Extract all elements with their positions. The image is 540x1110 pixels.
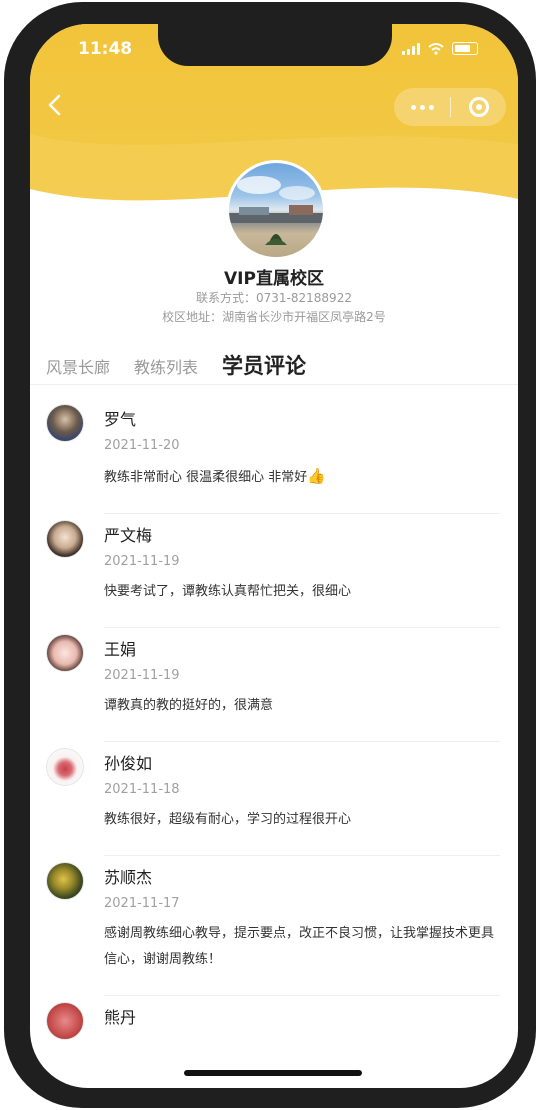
- review-text: 教练很好，超级有耐心，学习的过程很开心: [104, 812, 352, 827]
- tab-coaches[interactable]: 教练列表: [134, 354, 198, 378]
- review-item: 王娟 2021-11-19 谭教真的教的挺好的，很满意: [46, 628, 500, 742]
- more-icon[interactable]: [394, 88, 450, 126]
- status-time: 11:48: [78, 39, 133, 59]
- review-item: 熊丹: [46, 996, 500, 1040]
- review-date: 2021-11-20: [104, 438, 180, 453]
- review-list: 罗气 2021-11-20 教练非常耐心 很温柔很细心 非常好👍 严文梅 202…: [30, 398, 518, 1040]
- avatar: [46, 1002, 84, 1040]
- review-date: 2021-11-17: [104, 896, 180, 911]
- reviewer-name: 王娟: [104, 640, 137, 659]
- battery-icon: [452, 42, 478, 55]
- tabs-divider: [30, 384, 518, 385]
- review-text: 快要考试了，谭教练认真帮忙把关，很细心: [104, 584, 352, 599]
- miniprogram-capsule: [394, 88, 506, 126]
- reviewer-name: 孙俊如: [104, 754, 153, 773]
- reviewer-name: 严文梅: [104, 526, 153, 545]
- avatar: [46, 404, 84, 442]
- review-text: 谭教真的教的挺好的，很满意: [104, 698, 274, 713]
- campus-name: VIP直属校区: [224, 269, 324, 289]
- reviewer-name: 苏顺杰: [104, 868, 153, 887]
- tab-scenery[interactable]: 风景长廊: [46, 354, 110, 378]
- review-date: 2021-11-19: [104, 668, 180, 683]
- reviewer-name: 罗气: [104, 410, 137, 429]
- review-text-body: 教练非常耐心 很温柔很细心 非常好: [104, 470, 308, 485]
- status-icons: [402, 42, 478, 55]
- review-item: 苏顺杰 2021-11-17 感谢周教练细心教导，提示要点，改正不良习惯，让我掌…: [46, 856, 500, 996]
- reviewer-name: 熊丹: [104, 1008, 137, 1027]
- campus-address: 校区地址：湖南省长沙市开福区凤亭路2号: [162, 310, 386, 324]
- avatar: [46, 520, 84, 558]
- avatar: [46, 862, 84, 900]
- signal-icon: [402, 42, 420, 55]
- tab-bar: 风景长廊 教练列表 学员评论: [46, 350, 306, 380]
- avatar: [46, 634, 84, 672]
- back-arrow-icon[interactable]: [44, 94, 66, 116]
- home-indicator: [184, 1070, 362, 1076]
- target-icon: [468, 97, 489, 117]
- phone-frame: 11:48 VIP直属校区 联系方式：0731-82188922 校区地址：湖南…: [4, 2, 536, 1108]
- app-screen: 11:48 VIP直属校区 联系方式：0731-82188922 校区地址：湖南…: [30, 24, 518, 1088]
- wifi-icon: [428, 42, 444, 55]
- camera-notch: [158, 24, 392, 66]
- review-item: 罗气 2021-11-20 教练非常耐心 很温柔很细心 非常好👍: [46, 398, 500, 514]
- review-date: 2021-11-19: [104, 554, 180, 569]
- tab-reviews[interactable]: 学员评论: [222, 350, 306, 380]
- campus-photo: [229, 176, 323, 245]
- close-miniprogram-button[interactable]: [451, 88, 506, 126]
- review-item: 孙俊如 2021-11-18 教练很好，超级有耐心，学习的过程很开心: [46, 742, 500, 856]
- campus-contact: 联系方式：0731-82188922: [196, 291, 352, 305]
- review-item: 严文梅 2021-11-19 快要考试了，谭教练认真帮忙把关，很细心: [46, 514, 500, 628]
- review-text: 感谢周教练细心教导，提示要点，改正不良习惯，让我掌握技术更具信心，谢谢周教练！: [104, 926, 495, 967]
- avatar: [46, 748, 84, 786]
- campus-avatar: [226, 160, 326, 260]
- review-date: 2021-11-18: [104, 782, 180, 797]
- review-text: 教练非常耐心 很温柔很细心 非常好👍: [104, 463, 500, 513]
- thumbs-up-icon: 👍: [307, 467, 326, 485]
